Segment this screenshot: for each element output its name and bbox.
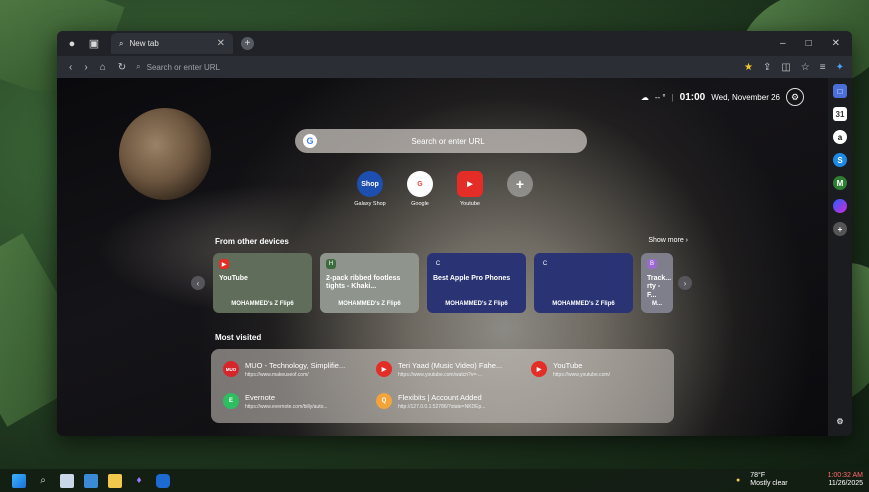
google-icon: G [303,134,317,148]
menu-icon[interactable]: ≡ [820,62,826,73]
profile-icon[interactable]: ● [65,37,79,51]
scroll-left-icon[interactable]: ‹ [191,276,205,290]
minimize-button[interactable]: – [780,38,786,49]
tab-manager-icon[interactable]: ▣ [87,37,101,51]
home-icon[interactable]: ⌂ [100,62,106,73]
scroll-right-icon[interactable]: › [678,276,692,290]
site-favicon-icon: B [647,259,657,269]
most-visited-item[interactable]: Q Flexibits | Account Added http://127.0.… [376,393,485,410]
shortcut-galaxy-shop[interactable]: Shop Galaxy Shop [351,171,389,207]
site-favicon-icon: C [540,259,550,269]
sidebar-panel-icon[interactable]: □ [833,84,847,98]
copilot-icon[interactable]: ● [833,199,847,213]
device-card[interactable]: H 2-pack ribbed footless tights - Khaki.… [320,253,419,313]
device-cards: ▶ YouTube MOHAMMED's Z Flip6 H 2-pack ri… [213,253,673,313]
shortcuts-row: Shop Galaxy Shop G Google ▶ Youtube + [351,171,539,207]
tab-new-tab[interactable]: ⌕ New tab ✕ [111,33,233,54]
device-card[interactable]: B Track... rty - F... M... [641,253,673,313]
back-icon[interactable]: ‹ [69,62,72,73]
split-view-icon[interactable]: ◫ [781,62,790,73]
close-tab-icon[interactable]: ✕ [217,38,225,49]
plus-icon: + [507,171,533,197]
search-placeholder: Search or enter URL [411,136,485,146]
file-explorer-icon[interactable] [108,473,122,488]
taskbar-temp: 78°F [750,472,766,479]
new-tab-button[interactable]: + [241,37,254,50]
weather-icon: ● [736,476,741,484]
address-bar-row: ‹ › ⌂ ↻ ⌕ Search or enter URL ★ ⇪ ◫ ☆ ≡ … [57,56,852,78]
widget-date: Wed, November 26 [711,92,780,102]
browser-taskbar-icon[interactable] [156,473,170,488]
add-sidebar-app-icon[interactable]: + [833,222,847,236]
maximize-button[interactable]: □ [806,38,812,49]
new-tab-page: ☁ -- ° | 01:00 Wed, November 26 ⚙ G Sear… [57,78,828,436]
widgets-icon[interactable] [84,473,98,488]
task-view-icon[interactable] [60,473,74,488]
shortcut-youtube[interactable]: ▶ Youtube [451,171,489,207]
most-visited-panel: MUO MUO - Technology, Simplifie... https:… [211,349,674,423]
gmail-icon[interactable]: M [833,176,847,190]
show-more-link[interactable]: Show more › [648,237,688,244]
most-visited-item[interactable]: ▶ Teri Yaad (Music Video) Fahe... https:/… [376,361,502,378]
muo-icon: MUO [223,361,239,377]
site-favicon-icon: H [326,259,336,269]
taskbar-clock[interactable]: 1:00:32 AM 11/26/2025 [828,472,863,489]
calendar-icon[interactable]: 31 [833,107,847,121]
device-card[interactable]: C Best Apple Pro Phones MOHAMMED's Z Fli… [427,253,526,313]
most-visited-item[interactable]: MUO MUO - Technology, Simplifie... https:… [223,361,345,378]
weather-clock-widget: ☁ -- ° | 01:00 Wed, November 26 ⚙ [641,88,804,106]
youtube-icon: ▶ [531,361,547,377]
site-favicon-icon: C [433,259,443,269]
taskbar-weather: Mostly clear [750,480,788,488]
amazon-icon[interactable]: a [833,130,847,144]
youtube-icon: ▶ [457,171,483,197]
tab-bar: ● ▣ ⌕ New tab ✕ + – □ ✕ [57,31,852,56]
share-icon[interactable]: ⇪ [763,62,771,73]
youtube-icon: ▶ [376,361,392,377]
favorites-icon[interactable]: ☆ [801,62,810,73]
most-visited-item[interactable]: E Evernote https://www.evernote.com/billy… [223,393,328,410]
close-window-button[interactable]: ✕ [832,38,840,49]
forward-icon[interactable]: › [84,62,87,73]
address-input[interactable]: ⌕ Search or enter URL [136,62,220,72]
customize-icon[interactable]: ⚙ [786,88,804,106]
start-icon[interactable] [12,473,26,488]
google-icon: G [407,171,433,197]
device-card[interactable]: ▶ YouTube MOHAMMED's Z Flip6 [213,253,312,313]
system-tray: ● 78°F Mostly clear 1:00:32 AM 11/26/202… [736,472,863,489]
store-icon[interactable]: ♦ [132,474,146,488]
browser-sidebar: □ 31 a S M ● + ⚙ [828,78,852,436]
tab-favicon-icon: ⌕ [119,38,124,48]
evernote-icon: E [223,393,239,409]
search-icon: ⌕ [136,62,141,71]
settings-gear-icon[interactable]: ⚙ [833,414,847,428]
shortcut-google[interactable]: G Google [401,171,439,207]
tab-title: New tab [129,39,159,48]
search-box[interactable]: G Search or enter URL [295,129,587,153]
most-visited-title: Most visited [215,333,262,342]
browser-window: ● ▣ ⌕ New tab ✕ + – □ ✕ ‹ › ⌂ ↻ ⌕ Search… [57,31,852,436]
reload-icon[interactable]: ↻ [118,62,126,73]
widget-time: 01:00 [679,91,706,103]
other-devices-title: From other devices [215,237,289,246]
flexibits-icon: Q [376,393,392,409]
device-card[interactable]: C MOHAMMED's Z Flip6 [534,253,633,313]
cloud-icon: ☁ [640,92,649,102]
moon-image [119,108,211,200]
bookmark-star-icon[interactable]: ★ [744,62,753,73]
galaxy-shop-icon: Shop [357,171,383,197]
search-icon[interactable]: ⌕ [36,474,50,488]
most-visited-item[interactable]: ▶ YouTube https://www.youtube.com/ [531,361,610,378]
youtube-icon: ▶ [219,259,229,269]
skype-icon[interactable]: S [833,153,847,167]
extensions-icon[interactable]: ✦ [836,62,844,73]
add-shortcut-button[interactable]: + [501,171,539,207]
